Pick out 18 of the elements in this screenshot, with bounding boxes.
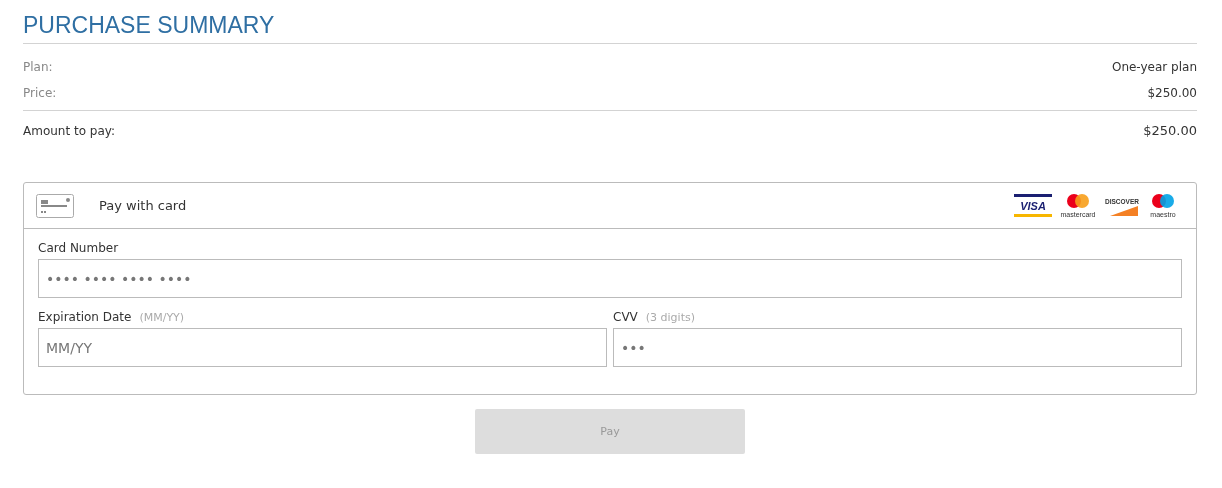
summary-value: $250.00 [1147, 85, 1197, 102]
total-label: Amount to pay: [23, 123, 116, 140]
field-hint: (3 digits) [645, 311, 695, 324]
payment-heading: Pay with card [99, 198, 188, 213]
summary-label: Plan: [23, 59, 53, 76]
page-title: PURCHASE SUMMARY [23, 11, 276, 40]
field-label: Expiration Date [38, 310, 132, 324]
credit-card-icon [36, 193, 74, 218]
field-label: CVV [613, 310, 638, 324]
summary-value: One-year plan [1111, 59, 1197, 76]
expiration-date-field[interactable]: MM/YY [38, 328, 607, 367]
visa-logo: VISA [1014, 193, 1052, 218]
cvv-field[interactable]: ••• [613, 328, 1182, 367]
field-hint: (MM/YY) [139, 311, 185, 324]
summary-label: Price: [23, 85, 57, 102]
field-label: Card Number [38, 241, 119, 255]
card-number-field[interactable]: •••• •••• •••• •••• [38, 259, 1182, 298]
total-value: $250.00 [1143, 122, 1197, 140]
